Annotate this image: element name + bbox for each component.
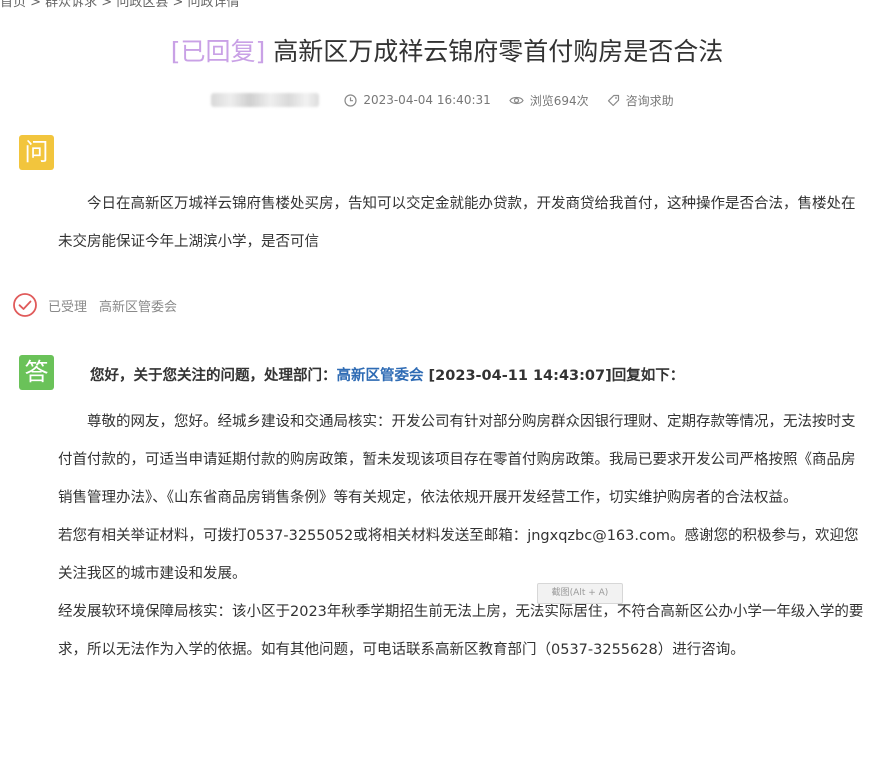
answer-header-suffix: [2023-04-11 14:43:07]回复如下： xyxy=(423,368,685,384)
answer-paragraph: 经发展软环境保障局核实：该小区于2023年秋季学期招生前无法上房，无法实际居住，… xyxy=(58,604,864,658)
breadcrumb: 首页 > 群众诉求 > 问政区县 > 问政详情 xyxy=(0,0,240,9)
post-views: 浏览694次 xyxy=(509,92,589,109)
answer-header-prefix: 您好，关于您关注的问题，处理部门： xyxy=(90,368,337,384)
status-state: 已受理 xyxy=(48,299,88,315)
clock-icon xyxy=(344,93,357,107)
status-row: 已受理 高新区管委会 xyxy=(12,292,177,318)
reply-status-tag: [已回复] xyxy=(170,37,266,66)
post-datetime: 2023-04-04 16:40:31 xyxy=(363,93,491,107)
answer-body: 尊敬的网友，您好。经城乡建设和交通局核实：开发公司有针对部分购房群众因银行理财、… xyxy=(58,403,864,669)
answer-header: 您好，关于您关注的问题，处理部门：高新区管委会 [2023-04-11 14:4… xyxy=(90,363,684,389)
blurred-author xyxy=(211,93,320,107)
answer-paragraph: 若您有相关举证材料，可拨打0537-3255052或将相关材料发送至邮箱：jng… xyxy=(58,528,859,582)
page-title: [已回复] 高新区万成祥云锦府零首付购房是否合法 xyxy=(0,30,894,74)
check-circle-icon xyxy=(13,293,37,317)
category-label: 咨询求助 xyxy=(625,93,674,108)
answer-paragraph: 尊敬的网友，您好。经城乡建设和交通局核实：开发公司有针对部分购房群众因银行理财、… xyxy=(58,414,856,506)
answer-badge: 答 xyxy=(19,355,54,390)
title-text: 高新区万成祥云锦府零首付购房是否合法 xyxy=(265,37,724,66)
eye-icon xyxy=(509,96,524,104)
tag-icon xyxy=(607,94,619,106)
post-meta: 2023-04-04 16:40:31 浏览694次 咨询求助 xyxy=(0,88,894,112)
status-department: 高新区管委会 xyxy=(99,299,178,315)
question-text: 今日在高新区万城祥云锦府售楼处买房，告知可以交定金就能办贷款，开发商贷给我首付，… xyxy=(58,196,856,250)
post-time: 2023-04-04 16:40:31 xyxy=(344,93,491,107)
question-badge: 问 xyxy=(19,135,54,170)
screenshot-tooltip: 截图(Alt + A) xyxy=(537,583,623,604)
handling-department-link[interactable]: 高新区管委会 xyxy=(337,368,424,384)
post-category[interactable]: 咨询求助 xyxy=(607,92,674,109)
view-count: 浏览694次 xyxy=(529,93,589,108)
